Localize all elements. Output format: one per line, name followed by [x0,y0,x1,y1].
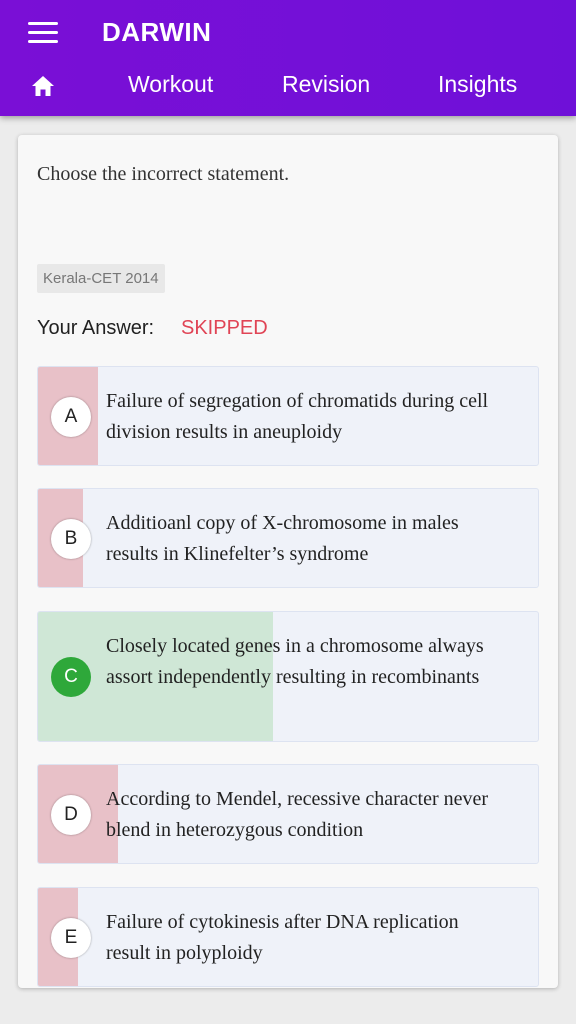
answer-status: SKIPPED [181,317,268,339]
nav-revision[interactable]: Revision [282,71,370,98]
question-card: Choose the incorrect statement. Kerala-C… [18,135,558,988]
option-letter: C [51,657,91,697]
menu-icon[interactable] [28,22,58,44]
option-a[interactable]: A Failure of segregation of chromatids d… [37,366,539,466]
option-d[interactable]: D According to Mendel, recessive charact… [37,764,539,864]
option-text: Failure of cytokinesis after DNA replica… [106,911,459,964]
option-b[interactable]: B Additioanl copy of X-chromosome in mal… [37,488,539,588]
option-text: According to Mendel, recessive character… [106,788,489,841]
home-icon[interactable] [31,75,55,97]
option-letter: B [51,519,91,559]
option-c[interactable]: C Closely located genes in a chromosome … [37,611,539,742]
nav-workout[interactable]: Workout [128,71,213,98]
option-letter: A [51,397,91,437]
option-text: Failure of segregation of chromatids dur… [106,390,489,443]
option-letter: D [51,795,91,835]
option-e[interactable]: E Failure of cytokinesis after DNA repli… [37,887,539,987]
option-text: Closely located genes in a chromosome al… [106,635,484,688]
option-letter: E [51,918,91,958]
your-answer-label: Your Answer: [37,317,155,339]
app-title: DARWIN [102,17,212,47]
question-text: Choose the incorrect statement. [37,163,290,185]
app-bar: DARWIN Workout Revision Insights [0,0,576,116]
exam-tag: Kerala-CET 2014 [37,264,165,293]
nav-insights[interactable]: Insights [438,71,517,98]
option-text: Additioanl copy of X-chromosome in males… [106,512,459,565]
